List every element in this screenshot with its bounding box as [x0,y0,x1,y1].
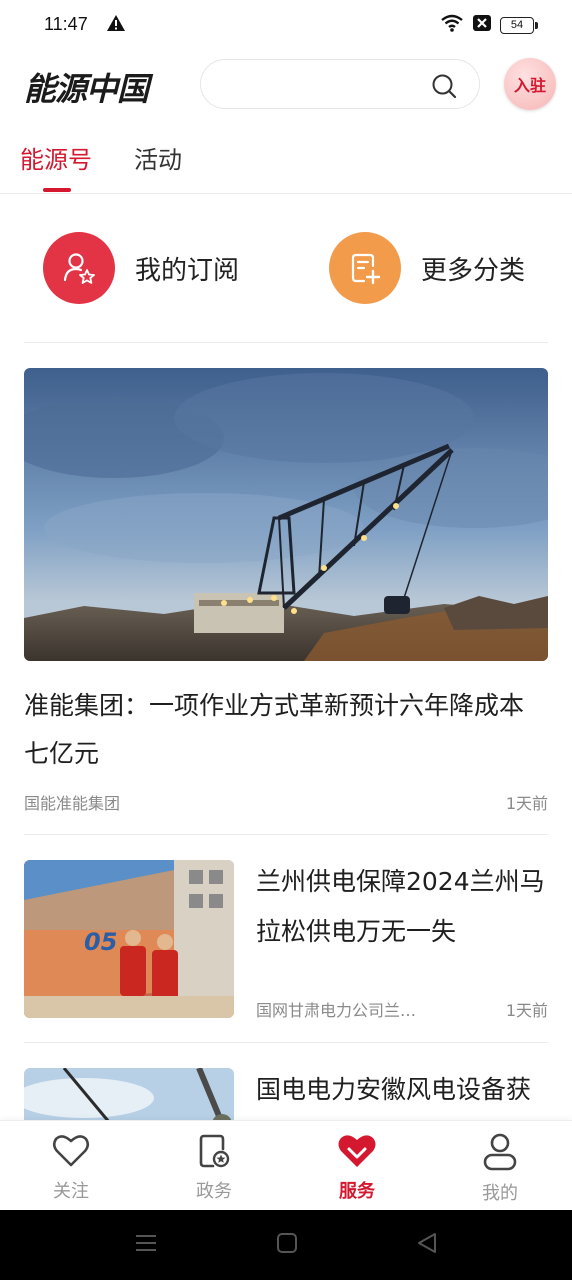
channel-tabs: 能源号 活动 [0,132,572,194]
sim-blocked-icon [472,14,492,36]
nav-services[interactable]: 服务 [307,1133,407,1203]
app-header: 能源中国 入驻 [0,52,572,116]
gov-doc-icon [196,1134,232,1173]
tab-activities[interactable]: 活动 [134,140,182,175]
nav-follow-label: 关注 [53,1181,89,1202]
active-tab-indicator [43,188,71,192]
battery-indicator: 54 [500,16,538,34]
back-icon[interactable] [416,1232,438,1258]
menu-icon[interactable] [135,1232,157,1258]
system-nav-bar [0,1210,572,1280]
hero-article-time: 1天前 [505,794,548,813]
heart-icon [52,1135,90,1173]
more-categories-label: 更多分类 [421,255,526,286]
status-indicators: 54 [440,14,538,36]
app-logo: 能源中国 [24,70,149,108]
article-source: 国网甘肃电力公司兰… [256,1001,417,1020]
search-input[interactable] [219,72,429,98]
service-heart-icon [337,1135,377,1173]
nav-follow[interactable]: 关注 [21,1133,121,1203]
user-star-icon [43,232,115,304]
section-divider [24,834,548,835]
hero-article-image[interactable] [24,368,548,661]
add-note-icon [329,232,401,304]
my-subscriptions-button[interactable]: 我的订阅 [43,232,239,304]
article-thumbnail[interactable]: 05 [24,860,234,1018]
section-divider [24,342,548,343]
warning-icon [106,14,126,36]
hero-article-source: 国能准能集团 [24,794,121,813]
status-time: 11:47 [44,14,88,34]
hero-article-title[interactable]: 准能集团：一项作业方式革新预计六年降成本七亿元 [24,682,548,778]
section-divider [24,1042,548,1043]
home-icon[interactable] [276,1232,298,1258]
quick-actions: 我的订阅 更多分类 [0,232,572,306]
svg-text:05: 05 [84,928,117,956]
search-icon[interactable] [431,73,457,103]
more-categories-button[interactable]: 更多分类 [329,232,525,304]
nav-government[interactable]: 政务 [164,1133,264,1203]
tab-energy-account[interactable]: 能源号 [20,140,92,175]
status-bar: 11:47 54 [0,0,572,52]
join-button[interactable]: 入驻 [504,58,556,110]
my-subscriptions-label: 我的订阅 [135,255,240,286]
nav-profile[interactable]: 我的 [450,1133,550,1205]
article-title[interactable]: 兰州供电保障2024兰州马拉松供电万无一失 [256,857,548,957]
bottom-nav: 关注 政务 服务 我的 [0,1120,572,1210]
nav-services-label: 服务 [339,1181,375,1202]
nav-profile-label: 我的 [482,1183,518,1204]
profile-icon [482,1133,518,1175]
wifi-icon [440,14,464,36]
search-box[interactable] [200,59,480,109]
nav-government-label: 政务 [196,1181,232,1202]
article-time: 1天前 [505,1001,548,1020]
